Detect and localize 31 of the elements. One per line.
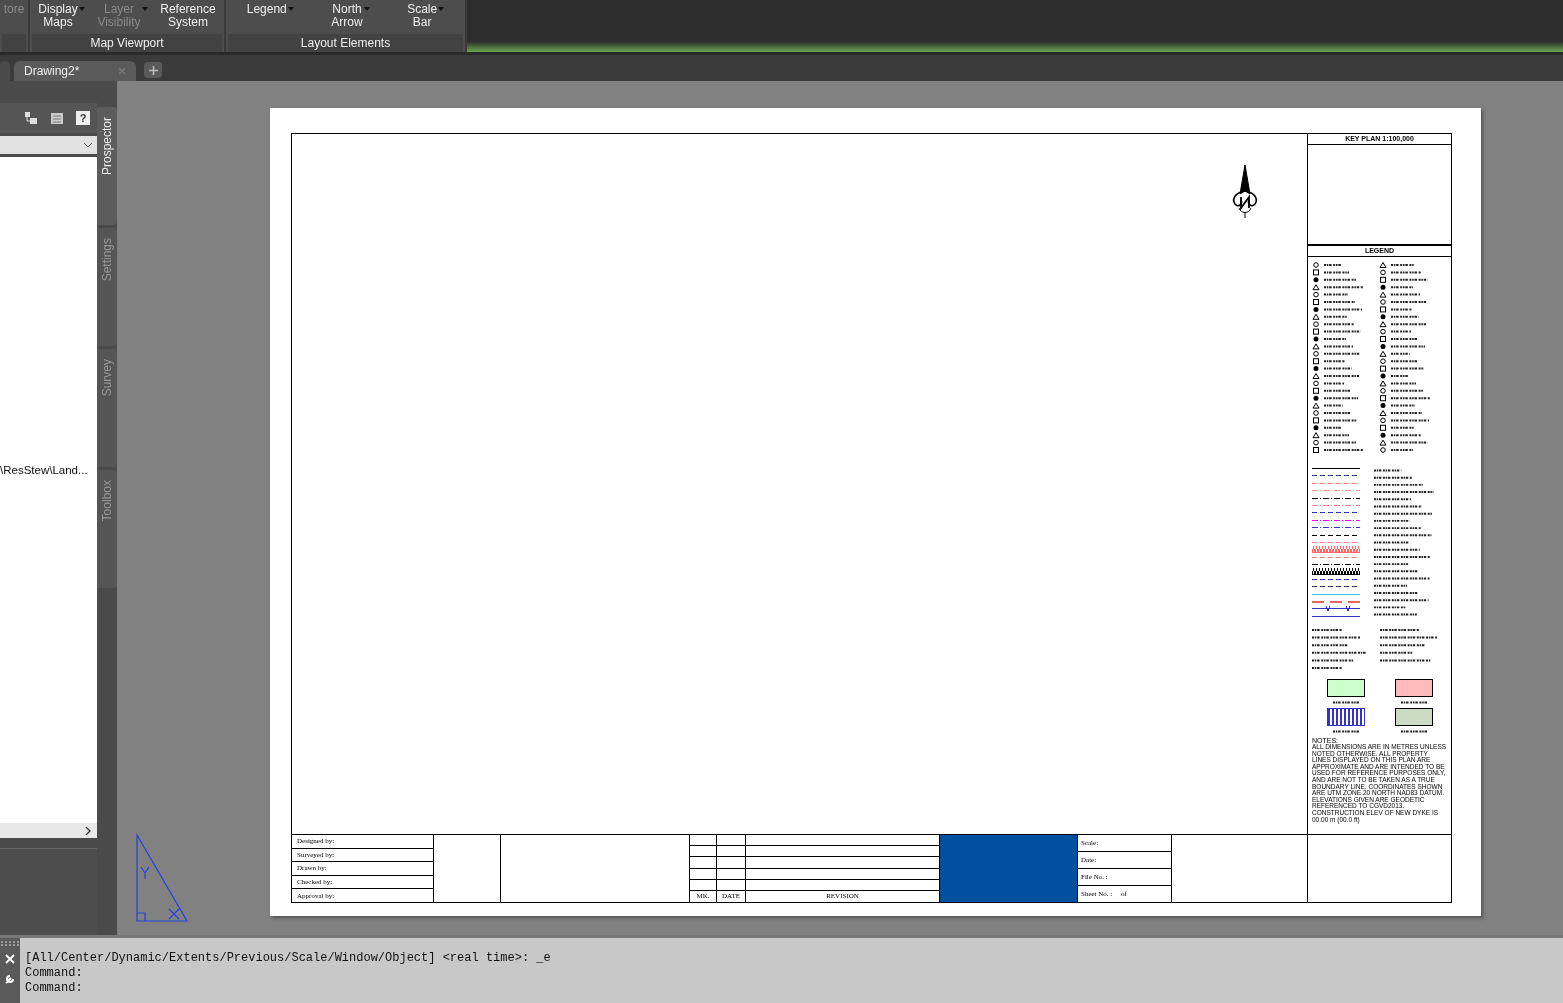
hierarchy-icon bbox=[24, 111, 38, 125]
table-cell bbox=[717, 857, 746, 869]
ribbon-button[interactable]: North Arrow bbox=[331, 3, 370, 34]
close-icon bbox=[5, 954, 15, 964]
table-cell bbox=[717, 846, 746, 858]
panel-label: Map Viewport bbox=[90, 36, 164, 50]
ribbon-button[interactable]: Legend bbox=[246, 3, 294, 34]
horizontal-scrollbar[interactable] bbox=[0, 823, 97, 838]
close-icon bbox=[118, 67, 126, 75]
ribbon-button[interactable]: Reference System bbox=[160, 3, 216, 34]
table-icon bbox=[50, 111, 64, 125]
grip-icon bbox=[1, 941, 19, 946]
tree-item[interactable]: \ResStew\Land... bbox=[0, 464, 88, 476]
ribbon-button[interactable]: Display Maps bbox=[38, 3, 85, 34]
help-button[interactable]: ? bbox=[76, 111, 90, 125]
plus-icon bbox=[148, 65, 158, 75]
chevron-down-icon bbox=[84, 142, 92, 148]
panel-label: Layout Elements bbox=[300, 36, 391, 50]
command-history-line: Command: bbox=[25, 966, 84, 981]
command-history-line: Command: bbox=[25, 981, 84, 996]
new-tab-button[interactable] bbox=[144, 62, 162, 78]
ucs-icon bbox=[135, 833, 191, 925]
table-cell bbox=[717, 879, 746, 891]
wrench-icon bbox=[4, 972, 16, 984]
document-tab[interactable]: Drawing2* bbox=[14, 61, 136, 81]
chevron-right-icon bbox=[85, 826, 91, 835]
side-tab[interactable]: Prospector bbox=[97, 107, 117, 225]
dropdown[interactable] bbox=[0, 136, 97, 154]
table-cell bbox=[717, 868, 746, 880]
ribbon-button[interactable]: Scale Bar bbox=[407, 3, 445, 34]
command-history-line: [All/Center/Dynamic/Extents/Previous/Scale/Window/Object] <real time>: _e bbox=[25, 951, 551, 966]
